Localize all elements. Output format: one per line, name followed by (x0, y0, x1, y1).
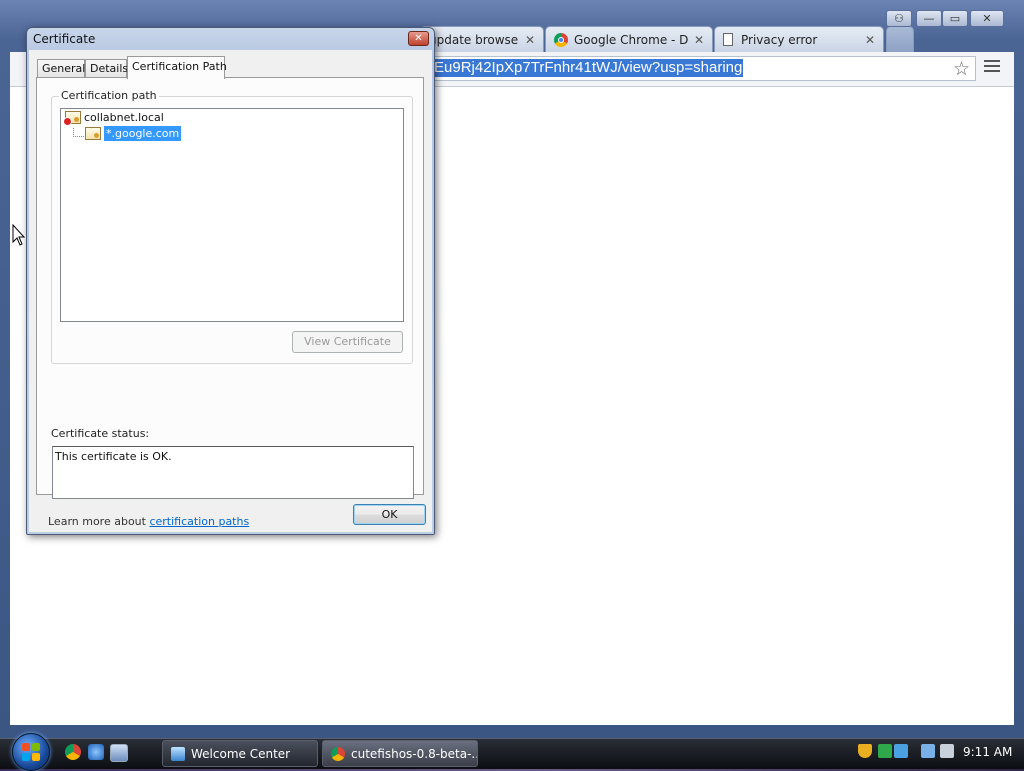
close-window-button[interactable]: ✕ (970, 10, 1004, 27)
show-desktop-icon[interactable] (110, 744, 128, 762)
menu-icon[interactable] (984, 60, 1000, 74)
tab-close-icon[interactable]: ✕ (865, 33, 875, 47)
view-certificate-button[interactable]: View Certificate (292, 331, 403, 353)
tab-close-icon[interactable]: ✕ (525, 33, 535, 47)
dialog-close-button[interactable]: ✕ (408, 31, 429, 46)
status-label: Certificate status: (51, 427, 150, 440)
chrome-quicklaunch-icon[interactable] (65, 744, 81, 760)
tab-title: update browse (429, 32, 519, 47)
network-icon[interactable] (921, 744, 935, 758)
welcome-center-icon (171, 746, 185, 761)
tab-close-icon[interactable]: ✕ (694, 33, 704, 47)
certification-path-panel: Certification path collabnet.local *.goo… (36, 77, 424, 528)
taskbar-item-welcome-center[interactable]: Welcome Center (162, 740, 318, 767)
internet-explorer-icon[interactable] (88, 744, 104, 760)
certification-path-group: Certification path collabnet.local *.goo… (51, 89, 413, 364)
dialog-title: Certificate (33, 32, 96, 46)
task-label: cutefishos-0.8-beta-... (351, 746, 478, 761)
tree-item-root[interactable]: collabnet.local (63, 111, 164, 126)
tab-title: Google Chrome - Do (574, 32, 688, 47)
certificate-error-icon (63, 111, 81, 126)
tab-privacy-error[interactable]: Privacy error ✕ (714, 26, 884, 52)
tree-item-leaf[interactable]: *.google.com (85, 126, 182, 141)
task-label: Welcome Center (191, 746, 291, 761)
certification-path-tree[interactable]: collabnet.local *.google.com (60, 108, 404, 322)
mouse-cursor-icon (12, 224, 26, 246)
tab-general[interactable]: General (37, 59, 85, 78)
windows-logo-icon (22, 743, 40, 761)
chrome-icon (554, 32, 568, 47)
start-button[interactable] (12, 733, 50, 771)
maximize-button[interactable]: ▭ (942, 10, 968, 27)
chrome-icon (331, 746, 345, 761)
tab-update-browser[interactable]: update browse ✕ (420, 26, 544, 52)
user-icon[interactable]: ⚇ (886, 10, 912, 27)
bookmark-star-icon[interactable]: ☆ (953, 58, 970, 80)
learn-more-text: Learn more about certification paths (48, 515, 249, 528)
group-label: Certification path (59, 89, 159, 102)
learn-more-prefix: Learn more about (48, 515, 150, 528)
tree-item-label: collabnet.local (84, 111, 164, 124)
security-shield-icon[interactable] (858, 744, 872, 758)
tab-details[interactable]: Details (85, 59, 128, 78)
update-icon[interactable] (878, 744, 892, 758)
dialog-body: General Details Certification Path Certi… (29, 50, 432, 532)
network-status-icon[interactable] (894, 744, 908, 758)
status-textbox[interactable]: This certificate is OK. (52, 446, 414, 499)
minimize-button[interactable]: — (916, 10, 942, 27)
page-icon (723, 33, 733, 46)
clock[interactable]: 9:11 AM (963, 745, 1012, 759)
tab-google-chrome[interactable]: Google Chrome - Do ✕ (545, 26, 713, 52)
tree-connector (73, 128, 84, 137)
tree-item-label: *.google.com (104, 126, 182, 141)
url-text[interactable]: Eu9Rj42IpXp7TrFnhr41tWJ/view?usp=sharing (433, 59, 744, 77)
certificate-icon (85, 127, 101, 140)
tab-certification-path[interactable]: Certification Path (127, 56, 227, 79)
certificate-dialog: Certificate ✕ General Details Certificat… (26, 27, 435, 535)
new-tab-button[interactable] (886, 26, 914, 52)
tab-title: Privacy error (741, 32, 818, 47)
volume-muted-icon[interactable] (940, 744, 954, 758)
taskbar-item-chrome[interactable]: cutefishos-0.8-beta-... (322, 740, 478, 767)
certification-paths-link[interactable]: certification paths (149, 515, 249, 528)
ok-button[interactable]: OK (353, 504, 426, 525)
